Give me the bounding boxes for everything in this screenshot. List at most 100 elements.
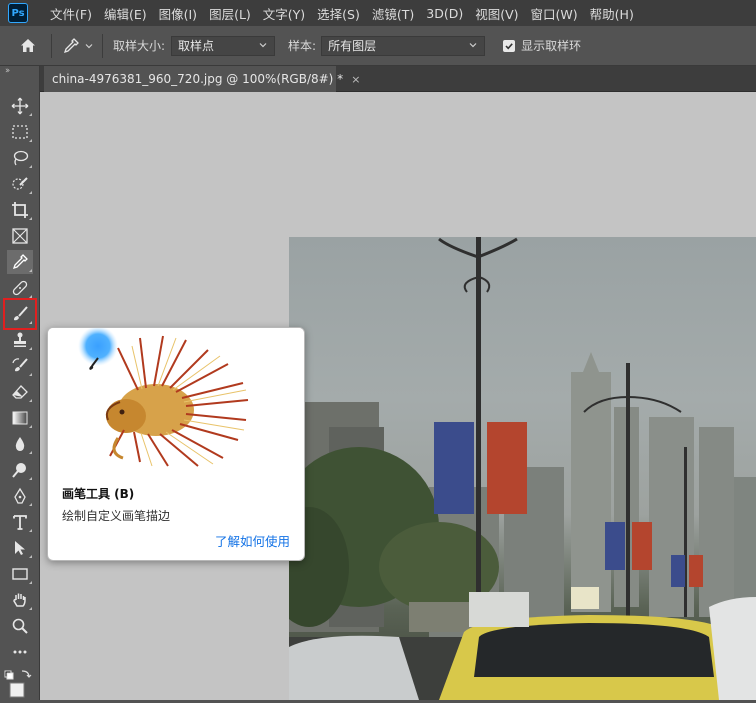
menu-layer[interactable]: 图层(L) xyxy=(203,4,257,23)
frame-tool[interactable] xyxy=(7,224,33,248)
crop-icon xyxy=(12,202,28,218)
menu-view[interactable]: 视图(V) xyxy=(469,4,524,23)
brush-tool-tooltip: 画笔工具 (B) 绘制自定义画笔描边 了解如何使用 xyxy=(47,327,305,561)
sample-size-select[interactable]: 取样点 xyxy=(171,35,276,56)
menu-image[interactable]: 图像(I) xyxy=(153,4,203,23)
menu-edit[interactable]: 编辑(E) xyxy=(98,4,153,23)
color-swatches[interactable] xyxy=(4,666,36,700)
options-bar: 取样大小: 取样点 样本: 所有图层 显示取样环 xyxy=(0,26,756,66)
tool-group-indicator xyxy=(29,373,32,376)
tool-group-indicator xyxy=(29,607,32,610)
close-icon[interactable]: × xyxy=(351,73,360,86)
show-sampling-ring-checkbox[interactable] xyxy=(503,39,516,52)
more-tools[interactable] xyxy=(7,640,33,664)
gradient-tool[interactable] xyxy=(7,406,33,430)
clone-stamp-tool[interactable] xyxy=(7,328,33,352)
document-tab[interactable]: china-4976381_960_720.jpg @ 100%(RGB/8#)… xyxy=(44,66,360,92)
move-icon xyxy=(11,97,29,115)
sample-size-value: 取样点 xyxy=(178,39,215,53)
history-brush-icon xyxy=(12,358,28,372)
tool-group-indicator xyxy=(29,581,32,584)
stamp-icon xyxy=(14,332,26,347)
sample-size-label: 取样大小: xyxy=(113,39,166,53)
menu-type[interactable]: 文字(Y) xyxy=(257,4,311,23)
type-icon xyxy=(13,515,27,530)
tool-group-indicator xyxy=(29,321,32,324)
path-select-tool[interactable] xyxy=(7,536,33,560)
tools-panel: ›› xyxy=(0,66,40,700)
home-icon xyxy=(21,39,35,52)
menu-bar: Ps 文件(F) 编辑(E) 图像(I) 图层(L) 文字(Y) 选择(S) 滤… xyxy=(0,0,756,26)
document-tab-title: china-4976381_960_720.jpg @ 100%(RGB/8#)… xyxy=(52,72,344,86)
options-divider xyxy=(51,33,52,58)
hand-tool[interactable] xyxy=(7,588,33,612)
quick-select-icon xyxy=(12,177,28,190)
tool-group-indicator xyxy=(29,165,32,168)
sample-value: 所有图层 xyxy=(328,39,377,53)
ellipsis-icon xyxy=(13,650,27,654)
tool-preset-picker[interactable] xyxy=(62,37,94,55)
tool-group-indicator xyxy=(29,217,32,220)
tool-group-indicator xyxy=(29,555,32,558)
type-tool[interactable] xyxy=(7,510,33,534)
eyedropper-tool[interactable] xyxy=(7,250,33,274)
bandage-icon xyxy=(12,280,28,296)
sample-select[interactable]: 所有图层 xyxy=(321,35,486,56)
healing-brush-tool[interactable] xyxy=(7,276,33,300)
blur-tool[interactable] xyxy=(7,432,33,456)
brush-preview-illustration xyxy=(48,328,304,473)
menu-window[interactable]: 窗口(W) xyxy=(525,4,584,23)
crop-tool[interactable] xyxy=(7,198,33,222)
eyedropper-icon xyxy=(63,37,79,53)
arrow-icon xyxy=(15,541,25,555)
pen-icon xyxy=(14,487,26,504)
collapse-toolbar-icon[interactable]: ›› xyxy=(5,66,10,76)
move-tool[interactable] xyxy=(7,94,33,118)
chevron-down-icon xyxy=(259,42,267,47)
tool-group-indicator xyxy=(29,477,32,480)
tool-group-indicator xyxy=(29,399,32,402)
tool-group-indicator xyxy=(29,425,32,428)
pen-tool[interactable] xyxy=(7,484,33,508)
menu-3d[interactable]: 3D(D) xyxy=(420,6,469,21)
tool-group-indicator xyxy=(29,503,32,506)
hand-icon xyxy=(13,593,26,607)
lasso-icon xyxy=(13,150,29,166)
tool-group-indicator xyxy=(29,529,32,532)
show-sampling-ring-label: 显示取样环 xyxy=(521,39,582,53)
tool-group-indicator xyxy=(29,347,32,350)
zoom-icon xyxy=(12,618,28,634)
history-brush-tool[interactable] xyxy=(7,354,33,378)
eraser-tool[interactable] xyxy=(7,380,33,404)
rectangle-tool[interactable] xyxy=(7,562,33,586)
eyedropper-icon xyxy=(12,254,28,270)
tool-group-indicator xyxy=(29,191,32,194)
document-tab-bar: china-4976381_960_720.jpg @ 100%(RGB/8#)… xyxy=(40,66,756,92)
dodge-tool[interactable] xyxy=(7,458,33,482)
lionfish-illustration xyxy=(78,328,249,467)
tool-group-indicator xyxy=(29,113,32,116)
tool-group-indicator xyxy=(29,295,32,298)
rect-marquee-icon xyxy=(12,125,28,139)
sample-label: 样本: xyxy=(288,39,317,53)
menu-help[interactable]: 帮助(H) xyxy=(584,4,640,23)
document-image[interactable] xyxy=(289,237,756,700)
learn-how-link[interactable]: 了解如何使用 xyxy=(215,531,290,550)
gradient-icon xyxy=(12,411,28,425)
eraser-icon xyxy=(12,385,28,399)
quick-select-tool[interactable] xyxy=(7,172,33,196)
checkmark-icon xyxy=(505,42,513,49)
brush-tool[interactable] xyxy=(3,298,37,330)
tool-group-indicator xyxy=(29,269,32,272)
dodge-icon xyxy=(12,463,26,478)
chevron-down-icon xyxy=(85,43,93,48)
marquee-tool[interactable] xyxy=(7,120,33,144)
menu-file[interactable]: 文件(F) xyxy=(44,4,98,23)
menu-filter[interactable]: 滤镜(T) xyxy=(366,4,420,23)
photoshop-logo: Ps xyxy=(8,3,28,23)
menu-select[interactable]: 选择(S) xyxy=(311,4,366,23)
zoom-tool[interactable] xyxy=(7,614,33,638)
street-photo-illustration xyxy=(289,237,756,700)
lasso-tool[interactable] xyxy=(7,146,33,170)
home-button[interactable] xyxy=(13,31,43,61)
